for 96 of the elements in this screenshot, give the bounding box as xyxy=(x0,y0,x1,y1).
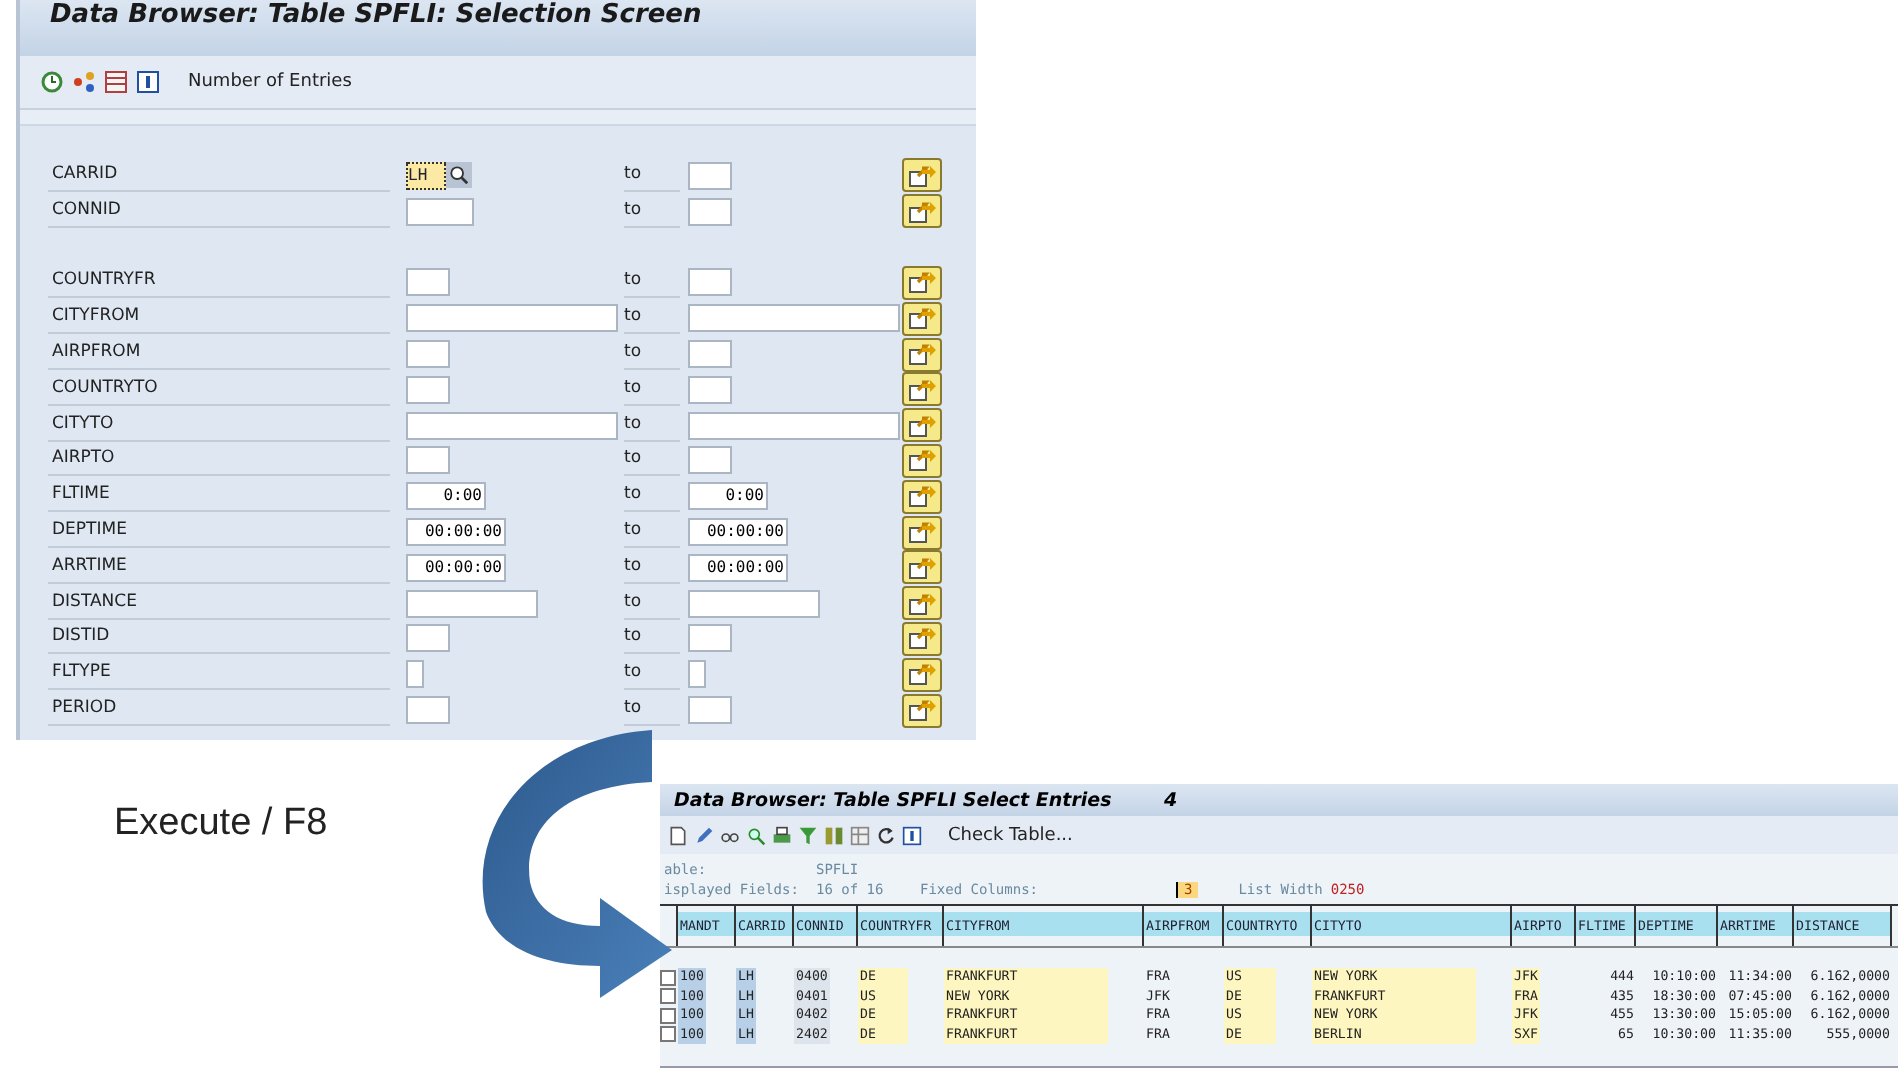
input-field[interactable] xyxy=(406,696,450,725)
field-label: FLTIME xyxy=(48,480,390,513)
field-label: COUNTRYFR xyxy=(48,266,390,299)
to-label: to xyxy=(624,480,680,513)
printer-icon[interactable] xyxy=(772,825,792,845)
multiple-selection-button[interactable] xyxy=(902,265,942,300)
field-label: AIRPFROM xyxy=(48,338,390,371)
input-field[interactable] xyxy=(406,340,450,369)
table-icon[interactable] xyxy=(104,70,128,94)
to-label: to xyxy=(624,658,680,691)
nodes-icon[interactable] xyxy=(72,70,96,94)
to-label: to xyxy=(624,302,680,335)
input-field[interactable]: 00:00:00 xyxy=(406,518,506,547)
multiple-selection-button[interactable] xyxy=(902,621,942,656)
field-label: COUNTRYTO xyxy=(48,373,390,406)
input-field[interactable] xyxy=(688,696,732,725)
multiple-selection-button[interactable] xyxy=(902,443,942,478)
check-table-button[interactable]: Check Table... xyxy=(940,825,1081,845)
to-label: to xyxy=(624,159,680,192)
field-label: DISTID xyxy=(48,622,390,655)
field-label: PERIOD xyxy=(48,694,390,727)
to-label: to xyxy=(624,694,680,727)
row-checkbox[interactable] xyxy=(660,988,676,1005)
input-field[interactable]: 00:00:00 xyxy=(406,553,506,582)
columns-icon[interactable] xyxy=(824,825,844,845)
clock-icon[interactable] xyxy=(40,70,64,94)
input-field[interactable] xyxy=(406,268,450,297)
to-label: to xyxy=(624,444,680,477)
number-of-entries-button[interactable]: Number of Entries xyxy=(180,72,360,92)
window-title: Data Browser: Table SPFLI: Selection Screen xyxy=(20,0,976,56)
multiple-selection-button[interactable] xyxy=(902,479,942,514)
input-field[interactable] xyxy=(688,624,732,653)
field-label: CITYTO xyxy=(48,409,390,442)
field-label: DISTANCE xyxy=(48,587,390,620)
multiple-selection-button[interactable] xyxy=(902,586,942,621)
field-label: CITYFROM xyxy=(48,302,390,335)
input-field[interactable]: 00:00:00 xyxy=(688,553,788,582)
to-label: to xyxy=(624,195,680,228)
input-field[interactable] xyxy=(406,375,450,404)
input-field[interactable] xyxy=(688,411,900,440)
input-field[interactable] xyxy=(688,589,820,618)
multiple-selection-button[interactable] xyxy=(902,194,942,229)
multiple-selection-button[interactable] xyxy=(902,337,942,372)
input-field[interactable] xyxy=(406,411,618,440)
field-label: CARRID xyxy=(48,159,390,192)
input-field[interactable]: LH xyxy=(406,161,446,190)
to-label: to xyxy=(624,338,680,371)
input-field[interactable] xyxy=(406,624,450,653)
input-field[interactable] xyxy=(688,660,706,689)
document-icon[interactable] xyxy=(668,825,688,845)
pencil-icon[interactable] xyxy=(694,825,714,845)
input-field[interactable] xyxy=(688,161,732,190)
to-label: to xyxy=(624,373,680,406)
input-field[interactable] xyxy=(406,446,450,475)
multiple-selection-button[interactable] xyxy=(902,693,942,728)
input-field[interactable] xyxy=(688,446,732,475)
to-label: to xyxy=(624,266,680,299)
input-field[interactable] xyxy=(688,197,732,226)
window-title: Data Browser: Table SPFLI Select Entries xyxy=(674,789,1114,811)
input-field[interactable] xyxy=(406,589,538,618)
to-label: to xyxy=(624,622,680,655)
field-label: FLTYPE xyxy=(48,658,390,691)
caption: Execute / F8 xyxy=(112,800,330,846)
multiple-selection-button[interactable] xyxy=(902,657,942,692)
to-label: to xyxy=(624,551,680,584)
field-label: ARRTIME xyxy=(48,551,390,584)
input-field[interactable] xyxy=(688,375,732,404)
multiple-selection-button[interactable] xyxy=(902,301,942,336)
input-field[interactable]: 00:00:00 xyxy=(688,518,788,547)
multiple-selection-button[interactable] xyxy=(902,550,942,585)
to-label: to xyxy=(624,516,680,549)
input-field[interactable]: 0:00 xyxy=(406,482,486,511)
multiple-selection-button[interactable] xyxy=(902,158,942,193)
input-field[interactable] xyxy=(406,304,618,333)
input-field[interactable] xyxy=(688,268,732,297)
to-label: to xyxy=(624,587,680,620)
input-field[interactable] xyxy=(688,304,900,333)
input-field[interactable] xyxy=(688,340,732,369)
search-icon[interactable] xyxy=(446,162,472,189)
refresh-icon[interactable] xyxy=(876,825,896,845)
input-field[interactable] xyxy=(406,660,424,689)
row-checkbox[interactable] xyxy=(660,1026,676,1043)
input-field[interactable] xyxy=(406,197,474,226)
row-checkbox[interactable] xyxy=(660,1007,676,1024)
multiple-selection-button[interactable] xyxy=(902,408,942,443)
field-label: AIRPTO xyxy=(48,444,390,477)
field-label: CONNID xyxy=(48,195,390,228)
multiple-selection-button[interactable] xyxy=(902,515,942,550)
info-icon[interactable] xyxy=(136,70,160,94)
info-icon[interactable] xyxy=(902,825,922,845)
entry-count: 4 xyxy=(1164,789,1178,811)
input-field[interactable]: 0:00 xyxy=(688,482,768,511)
field-label: DEPTIME xyxy=(48,516,390,549)
to-label: to xyxy=(624,409,680,442)
multiple-selection-button[interactable] xyxy=(902,372,942,407)
row-checkbox[interactable] xyxy=(660,969,676,986)
